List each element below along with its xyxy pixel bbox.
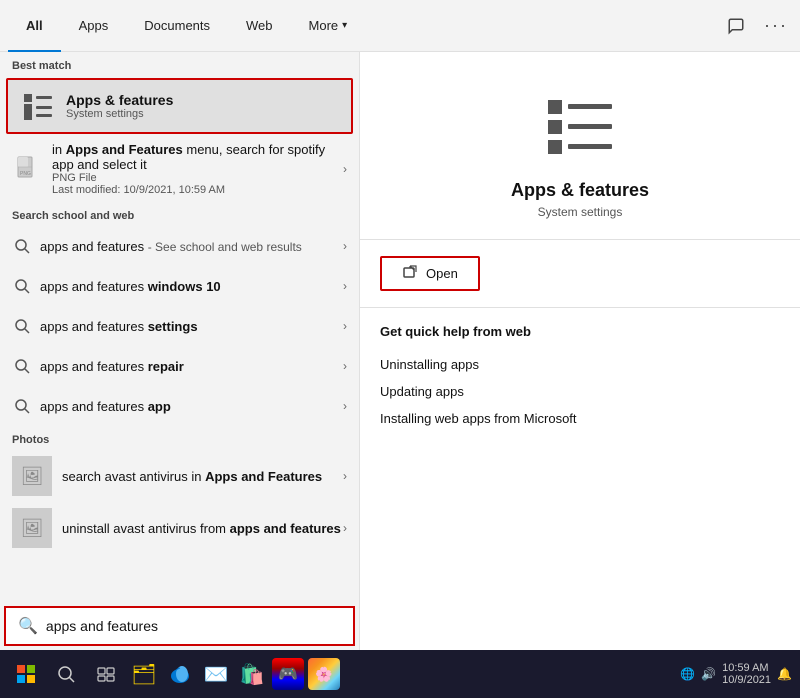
top-nav: All Apps Documents Web More ▾ ··· xyxy=(0,0,800,52)
edge-browser-button[interactable] xyxy=(164,658,196,690)
open-button[interactable]: Open xyxy=(380,256,480,291)
web-result-3-text: apps and features settings xyxy=(40,319,343,334)
photos-result-1[interactable]: 🖼 search avast antivirus in Apps and Fea… xyxy=(0,450,359,502)
best-match-label: Best match xyxy=(0,52,359,76)
tab-web[interactable]: Web xyxy=(228,0,291,52)
search-icon-5 xyxy=(12,396,32,416)
app-icon-large xyxy=(544,92,616,164)
svg-text:PNG: PNG xyxy=(20,171,31,177)
right-app-sub: System settings xyxy=(538,205,623,219)
quick-help-link-3[interactable]: Installing web apps from Microsoft xyxy=(380,405,780,432)
search-bar-icon: 🔍 xyxy=(18,616,38,636)
best-match-title: Apps & features xyxy=(66,92,173,108)
tray-icon-volume[interactable]: 🔊 xyxy=(701,667,716,681)
chevron-right-icon-1: › xyxy=(343,239,347,253)
photo-thumb-2: 🖼 xyxy=(12,508,52,548)
file-result-item[interactable]: PNG in Apps and Features menu, search fo… xyxy=(0,136,359,202)
photos-label: Photos xyxy=(0,426,359,450)
search-icon xyxy=(12,236,32,256)
quick-help-area: Get quick help from web Uninstalling app… xyxy=(360,308,800,448)
quick-help-link-1[interactable]: Uninstalling apps xyxy=(380,351,780,378)
tab-apps[interactable]: Apps xyxy=(61,0,127,52)
search-bar: 🔍 xyxy=(4,606,355,646)
chevron-right-photo-2: › xyxy=(343,521,347,535)
chevron-right-icon-4: › xyxy=(343,359,347,373)
photo-thumb-1: 🖼 xyxy=(12,456,52,496)
search-icon-3 xyxy=(12,316,32,336)
tab-all[interactable]: All xyxy=(8,0,61,52)
file-result-modified: Last modified: 10/9/2021, 10:59 AM xyxy=(52,184,343,196)
right-panel: Apps & features System settings Open Get… xyxy=(360,52,800,650)
web-result-2[interactable]: apps and features windows 10 › xyxy=(0,266,359,306)
right-app-name: Apps & features xyxy=(511,180,649,201)
search-icon-2 xyxy=(12,276,32,296)
file-explorer-button[interactable]: 🗂 xyxy=(128,658,160,690)
mail-button[interactable]: ✉️ xyxy=(200,658,232,690)
photos-result-2[interactable]: 🖼 uninstall avast antivirus from apps an… xyxy=(0,502,359,554)
search-input[interactable] xyxy=(46,618,341,634)
search-icon-4 xyxy=(12,356,32,376)
open-icon xyxy=(402,264,418,283)
right-app-header: Apps & features System settings xyxy=(360,52,800,240)
photos-app-button[interactable]: 🌸 xyxy=(308,658,340,690)
chevron-right-icon-3: › xyxy=(343,319,347,333)
web-result-4-text: apps and features repair xyxy=(40,359,343,374)
tray-icon-network[interactable]: 🌐 xyxy=(680,667,695,681)
web-result-3[interactable]: apps and features settings › xyxy=(0,306,359,346)
taskbar: 🗂 ✉️ 🛍️ 🎮 🌸 🌐 🔊 10:59 AM10/9/2021 🔔 xyxy=(0,650,800,698)
school-web-label: Search school and web xyxy=(0,202,359,226)
quick-help-title: Get quick help from web xyxy=(380,324,780,339)
web-result-4[interactable]: apps and features repair › xyxy=(0,346,359,386)
quick-help-link-2[interactable]: Updating apps xyxy=(380,378,780,405)
web-result-2-text: apps and features windows 10 xyxy=(40,279,343,294)
chevron-right-icon: › xyxy=(343,162,347,176)
photos-result-1-text: search avast antivirus in Apps and Featu… xyxy=(62,469,343,484)
clock: 10:59 AM10/9/2021 xyxy=(722,662,771,686)
photos-result-2-text: uninstall avast antivirus from apps and … xyxy=(62,521,343,536)
left-panel: Best match Apps & features System sett xyxy=(0,52,360,650)
search-taskbar-button[interactable] xyxy=(48,656,84,692)
feedback-icon[interactable] xyxy=(720,10,752,42)
task-view-button[interactable] xyxy=(88,656,124,692)
web-result-5-text: apps and features app xyxy=(40,399,343,414)
nav-icons: ··· xyxy=(720,10,792,42)
start-button[interactable] xyxy=(8,656,44,692)
tab-documents[interactable]: Documents xyxy=(126,0,228,52)
file-result-title: in Apps and Features menu, search for sp… xyxy=(52,142,343,172)
main-content: Best match Apps & features System sett xyxy=(0,52,800,650)
web-result-1-text: apps and features - See school and web r… xyxy=(40,239,343,254)
apps-features-small-icon xyxy=(20,88,56,124)
chevron-down-icon: ▾ xyxy=(342,20,347,31)
web-result-1[interactable]: apps and features - See school and web r… xyxy=(0,226,359,266)
notification-icon[interactable]: 🔔 xyxy=(777,667,792,681)
open-btn-area: Open xyxy=(360,240,800,308)
chevron-right-photo-1: › xyxy=(343,469,347,483)
store-button[interactable]: 🛍️ xyxy=(236,658,268,690)
xbox-button[interactable]: 🎮 xyxy=(272,658,304,690)
chevron-right-icon-2: › xyxy=(343,279,347,293)
best-match-item[interactable]: Apps & features System settings xyxy=(6,78,353,134)
more-options-icon[interactable]: ··· xyxy=(760,10,792,42)
file-icon: PNG xyxy=(12,153,44,185)
web-result-5[interactable]: apps and features app › xyxy=(0,386,359,426)
best-match-subtitle: System settings xyxy=(66,108,173,120)
tab-more[interactable]: More ▾ xyxy=(291,0,366,52)
file-result-type: PNG File xyxy=(52,172,343,184)
chevron-right-icon-5: › xyxy=(343,399,347,413)
